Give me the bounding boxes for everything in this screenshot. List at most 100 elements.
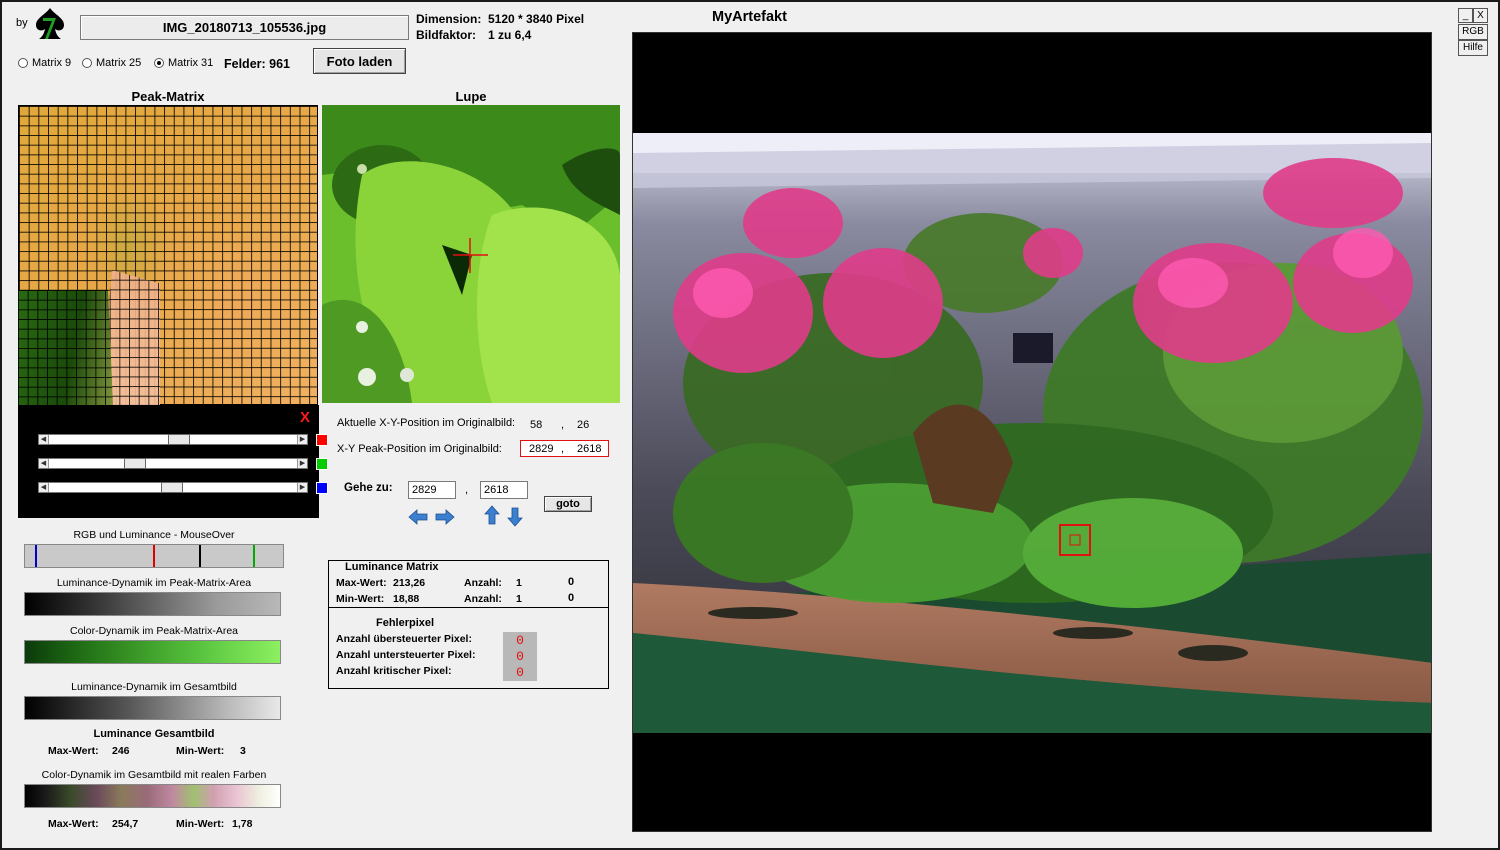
rgb-marker <box>153 545 155 567</box>
felder-count: Felder: 961 <box>224 57 291 71</box>
lum-gesamt-max-value: 246 <box>112 745 130 757</box>
lm-anzahl-label: Anzahl: <box>464 593 502 605</box>
slider-right-arrow-icon[interactable]: ▶ <box>297 435 307 444</box>
lm-max-label: Max-Wert: <box>336 577 387 589</box>
aktuelle-position-label: Aktuelle X-Y-Position im Originalbild: <box>337 417 516 429</box>
radio-dot <box>18 58 28 68</box>
arrow-down-icon[interactable] <box>505 507 525 527</box>
divider <box>328 607 609 608</box>
lupe-image <box>322 105 620 403</box>
slider-right-arrow-icon[interactable]: ▶ <box>297 459 307 468</box>
lupe-view[interactable] <box>322 105 620 403</box>
col-gesamt-min-value: 1,78 <box>232 818 253 830</box>
luminance-gesamt-title: Luminance Gesamtbild <box>93 728 215 740</box>
green-slider[interactable]: ◀ ▶ <box>38 458 308 469</box>
peak-y-value: 2618 <box>577 443 602 455</box>
peak-matrix-title: Peak-Matrix <box>131 89 205 104</box>
color-gesamt-bar <box>24 784 281 808</box>
radio-label: Matrix 31 <box>168 57 214 69</box>
lum-all-label: Luminance-Dynamik im Gesamtbild <box>71 681 237 693</box>
color-peak-bar <box>24 640 281 664</box>
red-slider[interactable]: ◀ ▶ <box>38 434 308 445</box>
col-peak-label: Color-Dynamik im Peak-Matrix-Area <box>69 625 239 637</box>
lm-min-value: 18,88 <box>393 593 420 605</box>
rgb-slider-panel: ◀ ▶ ◀ ▶ ◀ ▶ <box>18 405 328 518</box>
fehlerpixel-krit-label: Anzahl kritischer Pixel: <box>336 665 452 677</box>
app-title: MyArtefakt <box>712 9 787 25</box>
goto-y-input[interactable] <box>480 481 528 499</box>
luminance-peak-bar <box>24 592 281 616</box>
fehlerpixel-title: Fehlerpixel <box>376 617 435 629</box>
photo-frame <box>632 32 1432 832</box>
lum-gesamt-min-label: Min-Wert: <box>176 745 225 757</box>
matrix-31-radio[interactable]: Matrix 31 <box>154 57 213 69</box>
lm-anzahl-min: 1 <box>516 593 522 605</box>
lm-extra-min: 0 <box>568 592 575 604</box>
radio-dot <box>154 58 164 68</box>
aquarium-photo[interactable] <box>633 133 1432 733</box>
bildfaktor-value: 1 zu 6,4 <box>488 28 532 42</box>
foto-laden-button[interactable]: Foto laden <box>313 48 406 74</box>
filename-display: IMG_20180713_105536.jpg <box>80 15 409 40</box>
peak-matrix-region <box>18 290 113 405</box>
col-all-label: Color-Dynamik im Gesamtbild mit realen F… <box>41 769 267 781</box>
fehlerpixel-unter-count: 0 <box>516 649 524 664</box>
lm-min-label: Min-Wert: <box>336 593 385 605</box>
fehlerpixel-unter-label: Anzahl untersteuerter Pixel: <box>336 649 476 661</box>
slider-thumb[interactable] <box>167 434 190 445</box>
arrow-up-icon[interactable] <box>482 505 502 525</box>
slider-thumb[interactable] <box>160 482 183 493</box>
slider-thumb[interactable] <box>124 458 147 469</box>
lum-gesamt-min-value: 3 <box>240 745 246 757</box>
goto-x-input[interactable] <box>408 481 456 499</box>
position-separator: , <box>561 419 565 431</box>
slider-left-arrow-icon[interactable]: ◀ <box>39 459 49 468</box>
rgb-marker <box>252 545 255 567</box>
arrow-right-icon[interactable] <box>435 507 455 527</box>
close-button[interactable]: X <box>1473 8 1488 23</box>
lupe-title: Lupe <box>455 89 487 104</box>
goto-button[interactable]: goto <box>544 496 592 512</box>
fehlerpixel-counts: 0 0 0 <box>503 632 537 681</box>
fehlerpixel-krit-count: 0 <box>516 665 524 680</box>
close-peak-icon[interactable]: X <box>300 409 310 426</box>
rgb-marker <box>35 545 38 567</box>
radio-label: Matrix 25 <box>96 57 142 69</box>
lm-anzahl-label: Anzahl: <box>464 577 502 589</box>
matrix-9-radio[interactable]: Matrix 9 <box>18 57 71 69</box>
col-gesamt-min-label: Min-Wert: <box>176 818 225 830</box>
hilfe-button[interactable]: Hilfe <box>1458 40 1488 56</box>
blue-slider[interactable]: ◀ ▶ <box>38 482 308 493</box>
gehe-zu-label: Gehe zu: <box>344 482 393 494</box>
dimension-value: 5120 * 3840 Pixel <box>488 12 585 26</box>
position-separator: , <box>561 443 565 455</box>
lm-extra-max: 0 <box>568 576 575 588</box>
col-gesamt-max-value: 254,7 <box>112 818 139 830</box>
goto-separator: , <box>465 484 469 496</box>
logo-icon <box>36 8 64 39</box>
red-swatch <box>316 434 328 446</box>
lm-anzahl-max: 1 <box>516 577 522 589</box>
bildfaktor-label: Bildfaktor: <box>416 28 476 42</box>
fehlerpixel-ueber-count: 0 <box>516 633 524 648</box>
dimension-label: Dimension: <box>416 12 482 26</box>
by-label: by <box>16 17 28 29</box>
rgb-luminance-bar <box>24 544 284 568</box>
radio-dot <box>82 58 92 68</box>
matrix-25-radio[interactable]: Matrix 25 <box>82 57 141 69</box>
arrow-left-icon[interactable] <box>408 507 428 527</box>
minimize-button[interactable]: _ <box>1458 8 1473 23</box>
blue-swatch <box>316 482 328 494</box>
rgb-bar-label: RGB und Luminance - MouseOver <box>73 529 235 541</box>
slider-left-arrow-icon[interactable]: ◀ <box>39 435 49 444</box>
luminance-gesamt-bar <box>24 696 281 720</box>
rgb-marker <box>199 545 202 567</box>
slider-right-arrow-icon[interactable]: ▶ <box>297 483 307 492</box>
aktuelle-y-value: 26 <box>577 419 590 431</box>
col-gesamt-max-label: Max-Wert: <box>48 818 99 830</box>
peak-position-box: 2829 , 2618 <box>520 440 609 457</box>
lm-max-value: 213,26 <box>393 577 426 589</box>
slider-left-arrow-icon[interactable]: ◀ <box>39 483 49 492</box>
radio-label: Matrix 9 <box>32 57 72 69</box>
rgb-button[interactable]: RGB <box>1458 24 1488 40</box>
